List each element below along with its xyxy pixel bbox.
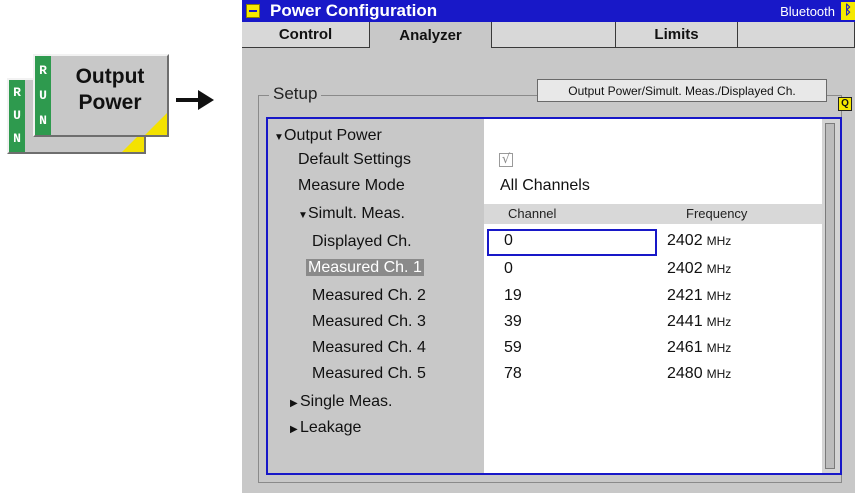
- tree-item-measured-ch-3[interactable]: Measured Ch. 3: [312, 313, 426, 336]
- scrollbar-thumb[interactable]: [825, 123, 835, 469]
- tab-limits[interactable]: Limits: [616, 22, 738, 48]
- default-settings-checkbox[interactable]: √: [499, 153, 513, 167]
- setup-panel: ▼Output Power Default Settings Measure M…: [266, 117, 842, 475]
- tab-bar: Control Analyzer Limits: [242, 22, 855, 48]
- expand-down-icon: ▼: [274, 132, 284, 143]
- table-row[interactable]: 19 2421 MHz: [484, 285, 824, 309]
- run-indicator: R U N: [9, 80, 25, 152]
- tree-item-measured-ch-1[interactable]: Measured Ch. 1: [306, 259, 424, 282]
- tree-item-simult-meas[interactable]: ▼Simult. Meas.: [298, 205, 405, 228]
- run-indicator: R U N: [35, 56, 51, 135]
- tab-control[interactable]: Control: [242, 22, 370, 48]
- mode-label: Bluetooth: [780, 4, 835, 19]
- setup-path-display: Output Power/Simult. Meas./Displayed Ch.: [537, 79, 827, 102]
- tree-item-displayed-ch[interactable]: Displayed Ch.: [312, 233, 412, 256]
- values-pane: √ All Channels Channel Frequency 0 2402 M…: [484, 119, 824, 473]
- table-row[interactable]: 0 2402 MHz: [484, 258, 824, 282]
- window-menu-icon[interactable]: [246, 4, 260, 18]
- setup-label: Setup: [269, 84, 322, 104]
- table-header: Channel Frequency: [484, 204, 824, 224]
- output-power-softkey[interactable]: R U N Output Power: [33, 54, 169, 137]
- title-bar: Power Configuration Bluetooth ᛒ: [242, 0, 855, 22]
- tree-item-measured-ch-2[interactable]: Measured Ch. 2: [312, 287, 426, 310]
- right-arrow-icon: [176, 88, 216, 112]
- table-row[interactable]: 59 2461 MHz: [484, 337, 824, 361]
- table-row[interactable]: 0 2402 MHz: [484, 230, 824, 254]
- bluetooth-icon: ᛒ: [841, 2, 855, 20]
- tab-analyzer[interactable]: Analyzer: [370, 22, 492, 48]
- softkey-label: Output Power: [75, 65, 145, 114]
- window-title: Power Configuration: [270, 1, 438, 20]
- tree-item-leakage[interactable]: ▶ Leakage: [290, 419, 361, 442]
- tab-empty-1[interactable]: [492, 22, 616, 48]
- tree-item-measured-ch-4[interactable]: Measured Ch. 4: [312, 339, 426, 362]
- frequency-column-header: Frequency: [686, 206, 748, 221]
- channel-column-header: Channel: [508, 206, 557, 221]
- tree-item-default-settings[interactable]: Default Settings: [298, 151, 411, 174]
- expand-right-icon: ▶: [290, 424, 298, 435]
- power-configuration-window: Power Configuration Bluetooth ᛒ Control …: [242, 0, 855, 493]
- tree-item-measure-mode[interactable]: Measure Mode: [298, 177, 405, 200]
- expand-right-icon: ▶: [290, 398, 298, 409]
- expand-down-icon: ▼: [298, 210, 308, 221]
- softkey-corner-triangle: [145, 113, 167, 135]
- query-icon[interactable]: Q: [838, 97, 852, 111]
- tree-item-single-meas[interactable]: ▶ Single Meas.: [290, 393, 393, 416]
- measure-mode-value[interactable]: All Channels: [500, 177, 590, 195]
- tree-item-measured-ch-5[interactable]: Measured Ch. 5: [312, 365, 426, 388]
- table-row[interactable]: 78 2480 MHz: [484, 363, 824, 387]
- vertical-scrollbar[interactable]: [822, 119, 840, 473]
- setup-tree: ▼Output Power Default Settings Measure M…: [268, 119, 484, 473]
- tab-empty-2[interactable]: [738, 22, 855, 48]
- tree-item-output-power[interactable]: ▼Output Power: [274, 127, 382, 150]
- table-row[interactable]: 39 2441 MHz: [484, 311, 824, 335]
